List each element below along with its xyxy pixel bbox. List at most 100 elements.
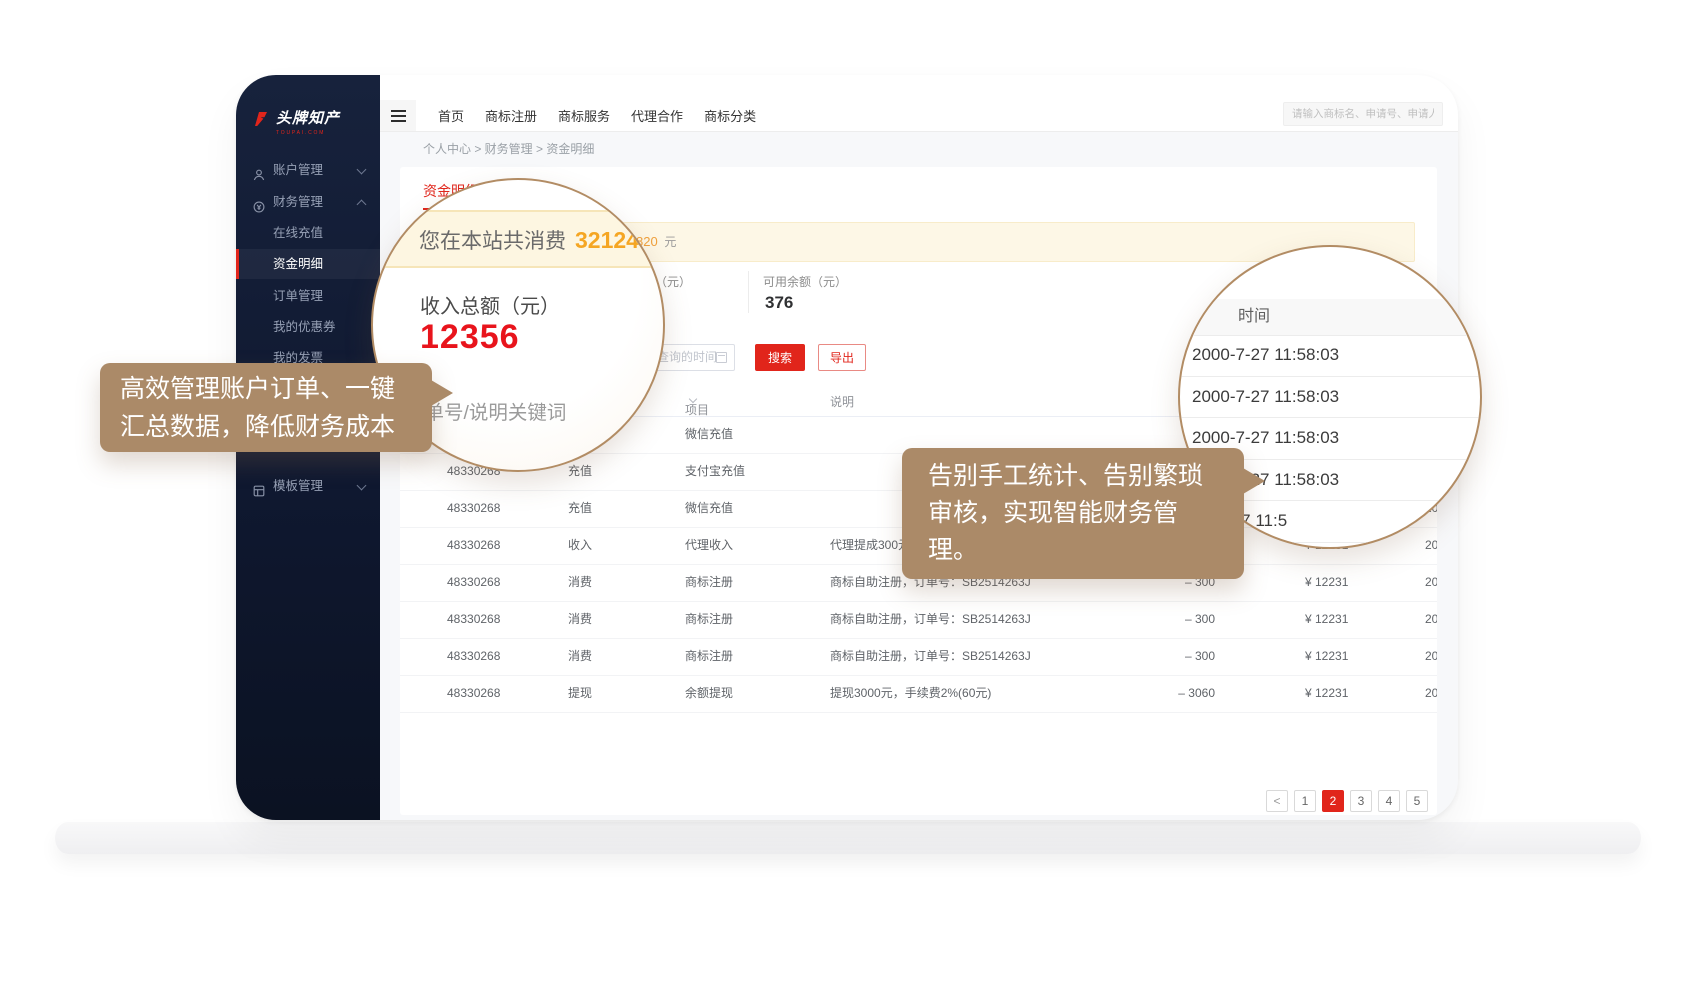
magnified-time-header: 时间: [1180, 299, 1480, 336]
cell-project: 代理收入: [685, 528, 733, 563]
trademark-search-input[interactable]: [1283, 102, 1443, 126]
pagination-page-2[interactable]: 2: [1322, 790, 1344, 812]
top-navigation: 首页 商标注册 商标服务 代理合作 商标分类: [438, 100, 756, 131]
menu-toggle[interactable]: [380, 100, 416, 131]
chevron-down-icon: [357, 481, 367, 491]
income-total-value: 12356: [420, 318, 520, 357]
sidebar-item-account[interactable]: 账户管理: [236, 155, 380, 185]
sidebar-item-label: 在线充值: [273, 226, 323, 240]
sidebar-item-recharge[interactable]: 在线充值: [236, 218, 380, 248]
cell-desc: 商标自助注册，订单号：SB2514263J: [830, 639, 1031, 674]
cell-amount: – 300: [1115, 639, 1215, 674]
header-project[interactable]: 项目: [685, 393, 696, 407]
sidebar-item-label: 资金明细: [273, 257, 323, 271]
table-row: 48330268 提现 余额提现 提现3000元，手续费2%(60元) – 3060 ¥ …: [400, 676, 1437, 713]
brand-subtext: TOUPAI.COM: [276, 130, 340, 136]
sidebar-item-label: 财务管理: [273, 195, 323, 209]
breadcrumb: 个人中心 > 财务管理 > 资金明细: [380, 131, 1458, 167]
export-button[interactable]: 导出: [818, 344, 866, 371]
nav-item-1[interactable]: 商标注册: [485, 106, 537, 125]
cell-time: 2000-7-27 11:58:03: [1425, 565, 1437, 600]
cell-order: 48330268: [447, 491, 500, 526]
cell-project: 支付宝充值: [685, 454, 745, 489]
magnified-time-row: 2000-7-27 11:58:03: [1180, 335, 1480, 377]
pagination-page-5[interactable]: 5: [1406, 790, 1428, 812]
table-row: 48330268 消费 商标注册 商标自助注册，订单号：SB2514263J – 300…: [400, 602, 1437, 639]
pagination: <12345: [1266, 790, 1428, 812]
cell-project: 微信充值: [685, 491, 733, 526]
nav-item-3[interactable]: 代理合作: [631, 106, 683, 125]
hamburger-icon: [391, 110, 406, 112]
user-icon: [252, 163, 266, 177]
cell-balance: ¥ 12231: [1305, 602, 1348, 637]
cell-amount: – 3060: [1115, 676, 1215, 711]
table-row: 48330268 消费 商标注册 商标自助注册，订单号：SB2514263J – 300…: [400, 639, 1437, 676]
stats-divider: [748, 271, 749, 313]
cell-balance: ¥ 12231: [1305, 639, 1348, 674]
balance-value: 376: [765, 293, 793, 313]
cell-amount: – 300: [1115, 602, 1215, 637]
consumption-amount: 32124: [575, 227, 639, 253]
pagination-page-4[interactable]: 4: [1378, 790, 1400, 812]
banner-tail-unit: 元: [664, 235, 676, 249]
cell-balance: ¥ 12231: [1305, 565, 1348, 600]
calendar-icon: [716, 352, 727, 363]
magnified-time-row: 2000-7-27 11:58:03: [1180, 377, 1480, 419]
cell-type: 提现: [568, 676, 592, 711]
sidebar-item-coupons[interactable]: 我的优惠券: [236, 312, 380, 342]
page: 头牌知产 TOUPAI.COM 账户管理财务管理在线充值资金明细订单管理我的优惠…: [0, 0, 1696, 1002]
cell-order: 48330268: [447, 565, 500, 600]
sidebar-item-orders[interactable]: 订单管理: [236, 281, 380, 311]
callout-left: 高效管理账户订单、一键 汇总数据，降低财务成本: [100, 363, 432, 452]
chevron-up-icon: [357, 200, 367, 210]
topbar: 首页 商标注册 商标服务 代理合作 商标分类: [380, 75, 1458, 132]
sidebar-item-finance[interactable]: 财务管理: [236, 187, 380, 217]
cell-desc: 商标自助注册，订单号：SB2514263J: [830, 602, 1031, 637]
cell-order: 48330268: [447, 639, 500, 674]
pagination-page-3[interactable]: 3: [1350, 790, 1372, 812]
nav-item-4[interactable]: 商标分类: [704, 106, 756, 125]
wallet-icon: [252, 195, 266, 209]
cell-balance: ¥ 12231: [1305, 676, 1348, 711]
laptop-base: [55, 822, 1641, 854]
cell-type: 充值: [568, 491, 592, 526]
cell-type: 消费: [568, 565, 592, 600]
balance-label: 可用余额（元）: [763, 273, 847, 290]
income-total-label: 收入总额（元）: [420, 290, 560, 319]
sidebar-item-templates[interactable]: 模板管理: [236, 471, 380, 501]
brand-logo-icon: [251, 109, 271, 134]
cell-order: 48330268: [447, 528, 500, 563]
cell-desc: 提现3000元，手续费2%(60元): [830, 676, 991, 711]
sidebar-item-label: 模板管理: [273, 479, 323, 493]
cell-type: 收入: [568, 528, 592, 563]
sidebar-item-label: 账户管理: [273, 163, 323, 177]
brand-name: 头牌知产: [276, 107, 340, 128]
sidebar-item-funds-detail[interactable]: 资金明细: [236, 249, 380, 279]
expense-total-label: （元）: [655, 273, 691, 290]
cell-project: 商标注册: [685, 565, 733, 600]
cell-project: 余额提现: [685, 676, 733, 711]
cell-time: 2000-7-27 11:58:03: [1425, 602, 1437, 637]
cell-order: 48330268: [447, 602, 500, 637]
cell-type: 消费: [568, 602, 592, 637]
chevron-down-icon: [357, 165, 367, 175]
sidebar-item-label: 我的优惠券: [273, 320, 336, 334]
pagination-page-1[interactable]: 1: [1294, 790, 1316, 812]
cell-time: 2000-7-27 11:58:03: [1425, 676, 1437, 711]
search-button[interactable]: 搜索: [755, 344, 805, 371]
cell-order: 48330268: [447, 676, 500, 711]
template-icon: [252, 479, 266, 493]
cell-time: 2000-7-27 11:58:03: [1425, 639, 1437, 674]
cell-project: 商标注册: [685, 602, 733, 637]
nav-item-2[interactable]: 商标服务: [558, 106, 610, 125]
cell-project: 商标注册: [685, 639, 733, 674]
cell-project: 微信充值: [685, 417, 733, 452]
sidebar-item-label: 订单管理: [273, 289, 323, 303]
magnified-banner-text: 您在本站共消费32124: [419, 225, 639, 255]
header-desc: 说明: [830, 393, 854, 410]
pagination-prev[interactable]: <: [1266, 790, 1288, 812]
nav-item-0[interactable]: 首页: [438, 106, 464, 125]
callout-right: 告别手工统计、告别繁琐 审核，实现智能财务管 理。: [902, 448, 1244, 579]
brand-logo[interactable]: 头牌知产 TOUPAI.COM: [251, 107, 340, 136]
cell-type: 消费: [568, 639, 592, 674]
